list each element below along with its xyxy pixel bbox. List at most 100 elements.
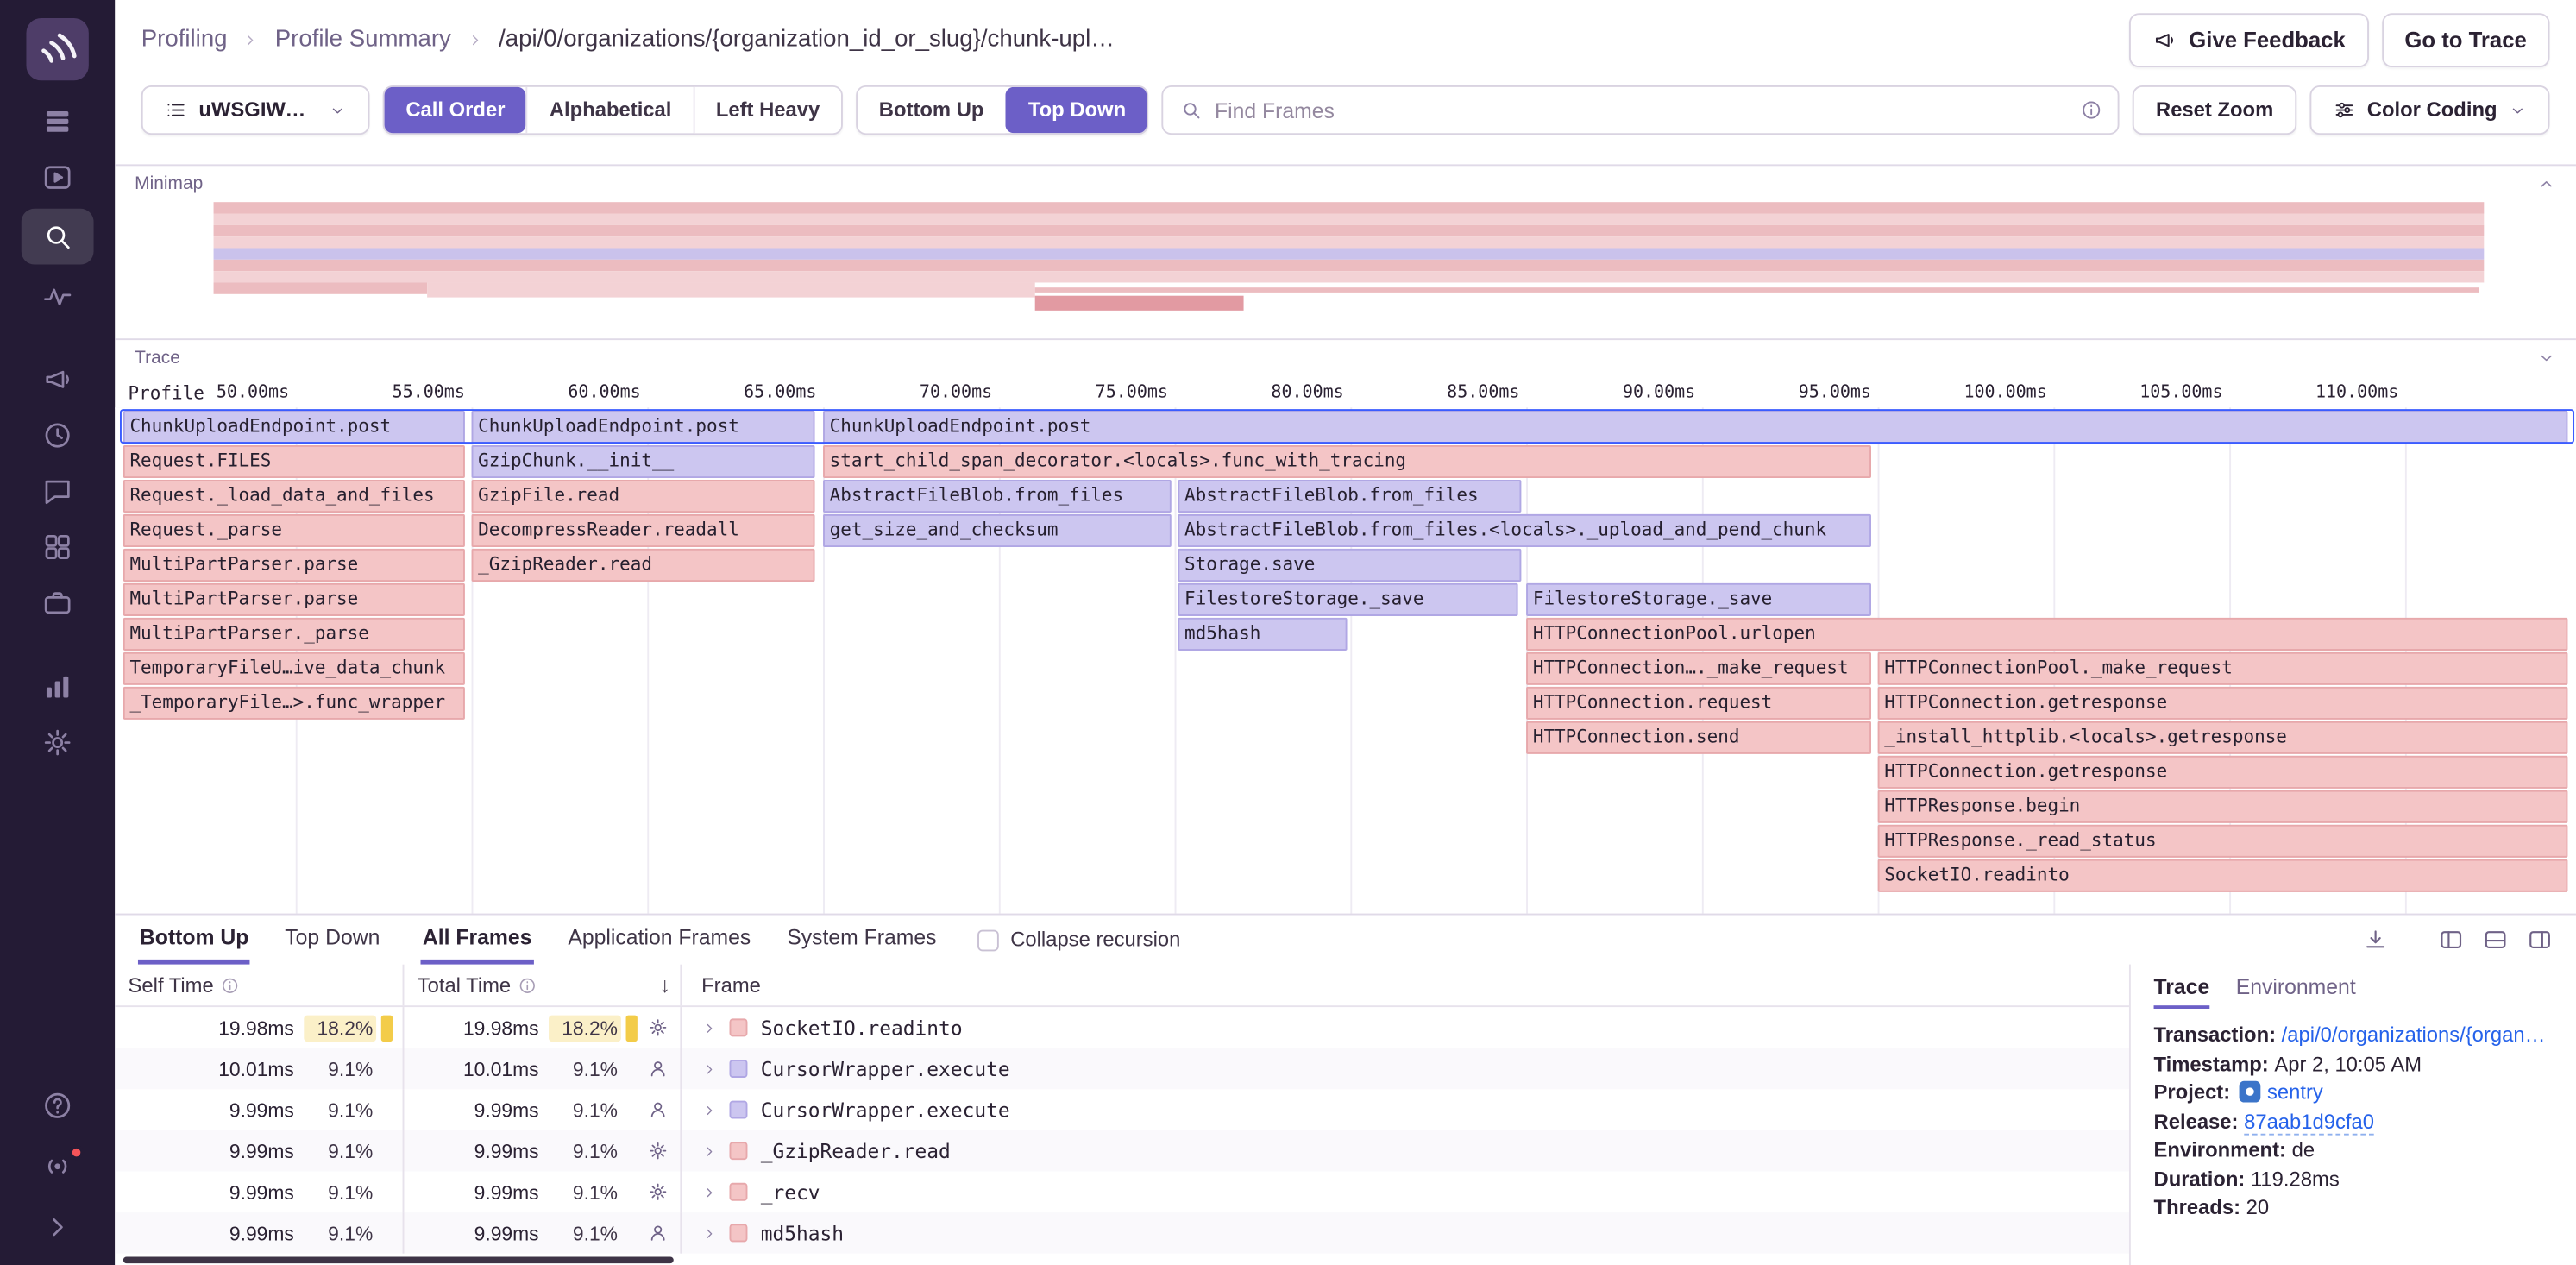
flame-frame[interactable]: md5hash (1178, 618, 1347, 651)
details-tab-trace[interactable]: Trace (2154, 974, 2210, 1009)
frame-table-row[interactable]: 9.99ms9.1%9.99ms9.1%CursorWrapper.execut… (115, 1089, 2129, 1130)
flame-frame[interactable]: _install_httplib.<locals>.getresponse (1878, 721, 2568, 754)
details-field-value[interactable]: /api/0/organizations/{organ… (2282, 1023, 2546, 1047)
download-icon[interactable] (2362, 927, 2388, 953)
expand-chevron-icon[interactable] (701, 1019, 718, 1035)
frame-cell[interactable]: _GzipReader.read (682, 1130, 2129, 1172)
expand-chevron-icon[interactable] (701, 1184, 718, 1200)
frame-table-row[interactable]: 19.98ms18.2%19.98ms18.2%SocketIO.readint… (115, 1007, 2129, 1048)
flame-frame[interactable]: MultiPartParser.parse (123, 583, 465, 616)
details-tab-environment[interactable]: Environment (2236, 974, 2356, 1009)
flame-frame[interactable]: HTTPConnection.getresponse (1878, 687, 2568, 720)
flame-frame[interactable]: Request._load_data_and_files (123, 480, 465, 513)
flame-frame[interactable]: start_child_span_decorator.<locals>.func… (823, 445, 1871, 478)
frame-table-row[interactable]: 9.99ms9.1%9.99ms9.1%_GzipReader.read (115, 1130, 2129, 1172)
frame-header[interactable]: Frame (682, 965, 2129, 1006)
flame-frame[interactable]: TemporaryFileU…ive_data_chunk (123, 652, 465, 685)
layout-right-icon[interactable] (2527, 927, 2553, 953)
flame-frame[interactable]: get_size_and_checksum (823, 514, 1172, 547)
frame-table-row[interactable]: 9.99ms9.1%9.99ms9.1%_recv (115, 1171, 2129, 1212)
flamegraph-canvas[interactable]: ChunkUploadEndpoint.post ChunkUploadEndpo… (115, 407, 2576, 913)
flame-frame[interactable]: HTTPResponse._read_status (1878, 825, 2568, 858)
give-feedback-button[interactable]: Give Feedback (2130, 12, 2369, 66)
flame-frame[interactable]: HTTPConnection.request (1526, 687, 1871, 720)
frame-cell[interactable]: CursorWrapper.execute (682, 1089, 2129, 1130)
reset-zoom-button[interactable]: Reset Zoom (2133, 85, 2296, 135)
tab-bottom-up[interactable]: Bottom Up (138, 915, 250, 964)
flame-frame[interactable]: Request.FILES (123, 445, 465, 478)
flame-frame[interactable]: MultiPartParser.parse (123, 549, 465, 582)
flame-frame[interactable]: DecompressReader.readall (472, 514, 815, 547)
sidebar-item-help[interactable] (22, 1081, 94, 1130)
sidebar-item-settings[interactable] (22, 718, 94, 767)
flame-frame[interactable]: GzipChunk.__init__ (472, 445, 815, 478)
expand-chevron-icon[interactable] (701, 1142, 718, 1159)
flame-frame[interactable]: MultiPartParser._parse (123, 618, 465, 651)
flame-frame[interactable]: Storage.save (1178, 549, 1521, 582)
self-time-header[interactable]: Self Time (115, 965, 404, 1006)
sort-desc-icon[interactable]: ↓ (660, 972, 670, 998)
flame-frame[interactable]: FilestoreStorage._save (1178, 583, 1517, 616)
sidebar-item-performance[interactable] (22, 271, 94, 320)
flame-frame[interactable]: HTTPConnectionPool._make_request (1878, 652, 2568, 685)
sidebar-item-explore[interactable] (22, 209, 94, 265)
flame-frame[interactable]: AbstractFileBlob.from_files (823, 480, 1172, 513)
flame-frame[interactable]: HTTPResponse.begin (1878, 790, 2568, 823)
frame-cell[interactable]: md5hash (682, 1212, 2129, 1254)
search-input[interactable] (1164, 98, 2118, 123)
sidebar-item-crons[interactable] (22, 411, 94, 460)
sort-option-alphabetical[interactable]: Alphabetical (526, 87, 693, 133)
sidebar-item-issues[interactable] (22, 97, 94, 146)
find-frames-search[interactable] (1162, 85, 2120, 135)
breadcrumb-item-profile-summary[interactable]: Profile Summary (275, 26, 451, 52)
expand-chevron-icon[interactable] (701, 1102, 718, 1118)
details-field-value[interactable]: 87aab1d9cfa0 (2244, 1110, 2374, 1135)
collapse-recursion-toggle[interactable]: Collapse recursion (977, 915, 1180, 964)
flame-frame[interactable]: SocketIO.readinto (1878, 859, 2568, 892)
tab-all-frames[interactable]: All Frames (421, 915, 533, 964)
flame-frame[interactable]: _TemporaryFile…>.func_wrapper (123, 687, 465, 720)
flame-frame[interactable]: ChunkUploadEndpoint.post (123, 411, 465, 444)
collapse-trace-icon[interactable] (2536, 349, 2556, 368)
total-time-header[interactable]: Total Time ↓ (404, 965, 682, 1006)
flame-frame[interactable]: AbstractFileBlob.from_files.<locals>._up… (1178, 514, 1871, 547)
sidebar-item-collapse[interactable] (22, 1203, 94, 1252)
expand-chevron-icon[interactable] (701, 1224, 718, 1241)
flame-frame[interactable]: _GzipReader.read (472, 549, 815, 582)
flame-frame[interactable]: GzipFile.read (472, 480, 815, 513)
sidebar-item-user-feedback[interactable] (22, 467, 94, 516)
view-option-bottom-up[interactable]: Bottom Up (858, 87, 1005, 133)
frame-cell[interactable]: SocketIO.readinto (682, 1007, 2129, 1048)
tab-system-frames[interactable]: System Frames (785, 915, 938, 964)
flame-frame[interactable]: Request._parse (123, 514, 465, 547)
thread-selector-dropdown[interactable]: uWSGIWor… (141, 85, 370, 135)
sentry-logo[interactable] (26, 18, 88, 80)
flame-frame[interactable]: HTTPConnectionPool.urlopen (1526, 618, 2567, 651)
checkbox-icon[interactable] (977, 929, 999, 951)
frame-table-row[interactable]: 9.99ms9.1%9.99ms9.1%md5hash (115, 1212, 2129, 1254)
layout-bottom-icon[interactable] (2482, 927, 2508, 953)
tab-application-frames[interactable]: Application Frames (566, 915, 752, 964)
flame-frame[interactable]: HTTPConnection…._make_request (1526, 652, 1871, 685)
go-to-trace-button[interactable]: Go to Trace (2382, 12, 2550, 66)
details-field-value[interactable]: sentry (2267, 1081, 2323, 1105)
color-coding-dropdown[interactable]: Color Coding (2309, 85, 2549, 135)
flame-frame[interactable]: FilestoreStorage._save (1526, 583, 1871, 616)
info-icon[interactable] (2080, 98, 2103, 122)
flame-frame[interactable]: HTTPConnection.getresponse (1878, 756, 2568, 789)
flame-frame[interactable]: AbstractFileBlob.from_files (1178, 480, 1521, 513)
frame-table-row[interactable]: 10.01ms9.1%10.01ms9.1%CursorWrapper.exec… (115, 1048, 2129, 1090)
tab-top-down[interactable]: Top Down (283, 915, 381, 964)
collapse-minimap-icon[interactable] (2536, 174, 2556, 194)
sidebar-item-stats[interactable] (22, 662, 94, 711)
layout-left-icon[interactable] (2438, 927, 2464, 953)
minimap-canvas[interactable] (214, 202, 2485, 335)
frame-cell[interactable]: _recv (682, 1171, 2129, 1212)
flame-frame[interactable]: ChunkUploadEndpoint.post (823, 411, 2567, 444)
sidebar-item-whats-new[interactable] (22, 1142, 94, 1191)
sidebar-item-projects[interactable] (22, 578, 94, 627)
sidebar-item-dashboards[interactable] (22, 522, 94, 571)
sidebar-item-alerts[interactable] (22, 355, 94, 404)
view-option-top-down[interactable]: Top Down (1005, 87, 1147, 133)
frame-cell[interactable]: CursorWrapper.execute (682, 1048, 2129, 1090)
